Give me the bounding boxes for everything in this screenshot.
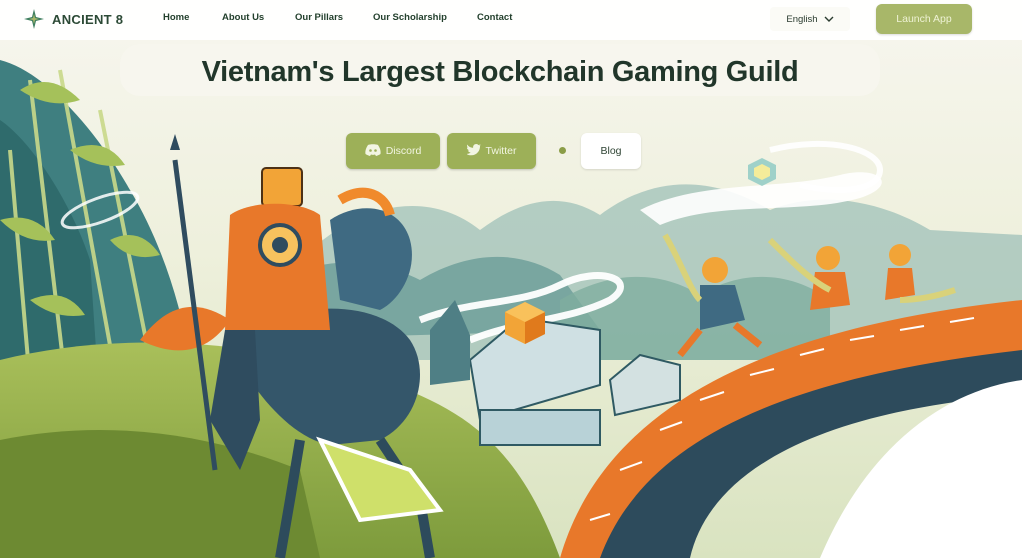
twitter-icon [466, 143, 481, 159]
brand-name: ANCIENT 8 [52, 11, 124, 27]
discord-label: Discord [385, 145, 422, 157]
language-selected-label: English [786, 13, 818, 25]
twitter-button[interactable]: Twitter [447, 133, 536, 169]
discord-icon [365, 143, 381, 159]
page: ANCIENT 8 Home About Us Our Pillars Our … [0, 0, 1022, 558]
language-selector[interactable]: English [770, 7, 850, 31]
nav-item-contact[interactable]: Contact [477, 12, 512, 23]
nav-item-home[interactable]: Home [163, 12, 189, 23]
top-navigation-bar: ANCIENT 8 Home About Us Our Pillars Our … [0, 0, 1022, 38]
nav-item-our-scholarship[interactable]: Our Scholarship [373, 12, 447, 23]
hero-title: Vietnam's Largest Blockchain Gaming Guil… [201, 56, 799, 88]
twitter-label: Twitter [485, 145, 517, 157]
discord-button[interactable]: Discord [346, 133, 440, 169]
chevron-down-icon [824, 15, 834, 23]
nav-item-about-us[interactable]: About Us [222, 12, 264, 23]
launch-app-button[interactable]: Launch App [876, 4, 972, 34]
nav-item-our-pillars[interactable]: Our Pillars [295, 12, 343, 23]
separator-dot [559, 147, 566, 154]
ancient8-logo-icon [22, 7, 46, 31]
blog-button[interactable]: Blog [581, 133, 641, 169]
brand-logo[interactable]: ANCIENT 8 [22, 7, 123, 31]
